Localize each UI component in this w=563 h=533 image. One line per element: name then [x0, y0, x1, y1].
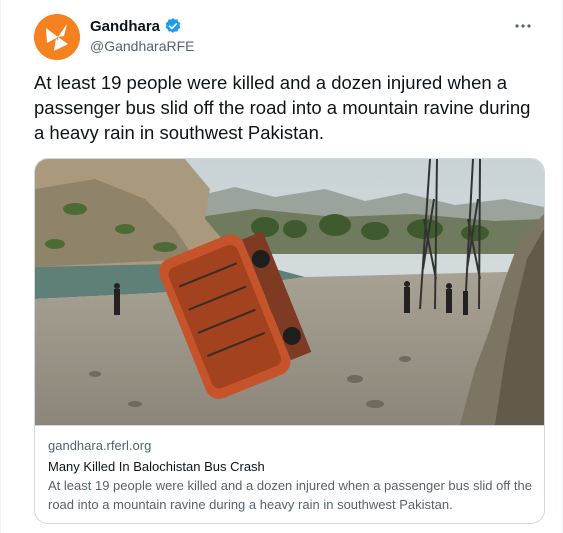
card-domain: gandhara.rferl.org — [48, 438, 152, 453]
avatar[interactable] — [34, 14, 80, 60]
author-name[interactable]: Gandhara — [90, 18, 160, 35]
card-body[interactable]: gandhara.rferl.org Many Killed In Baloch… — [48, 437, 534, 514]
link-card[interactable]: gandhara.rferl.org Many Killed In Baloch… — [34, 158, 545, 524]
card-title: Many Killed In Balochistan Bus Crash — [48, 459, 265, 474]
gandhara-logo-icon — [34, 14, 80, 60]
more-horizontal-icon — [515, 24, 531, 28]
more-options-button[interactable] — [511, 14, 535, 38]
card-image[interactable] — [35, 159, 544, 426]
verified-badge-icon — [164, 17, 182, 35]
tweet[interactable]: Gandhara @GandharaRFE At least 19 people… — [0, 0, 563, 533]
card-description: At least 19 people were killed and a doz… — [48, 478, 532, 512]
bus-crash-photo — [35, 159, 544, 425]
author-handle[interactable]: @GandharaRFE — [90, 38, 194, 54]
author-name-row[interactable]: Gandhara — [90, 17, 182, 35]
tweet-text: At least 19 people were killed and a doz… — [34, 72, 531, 143]
